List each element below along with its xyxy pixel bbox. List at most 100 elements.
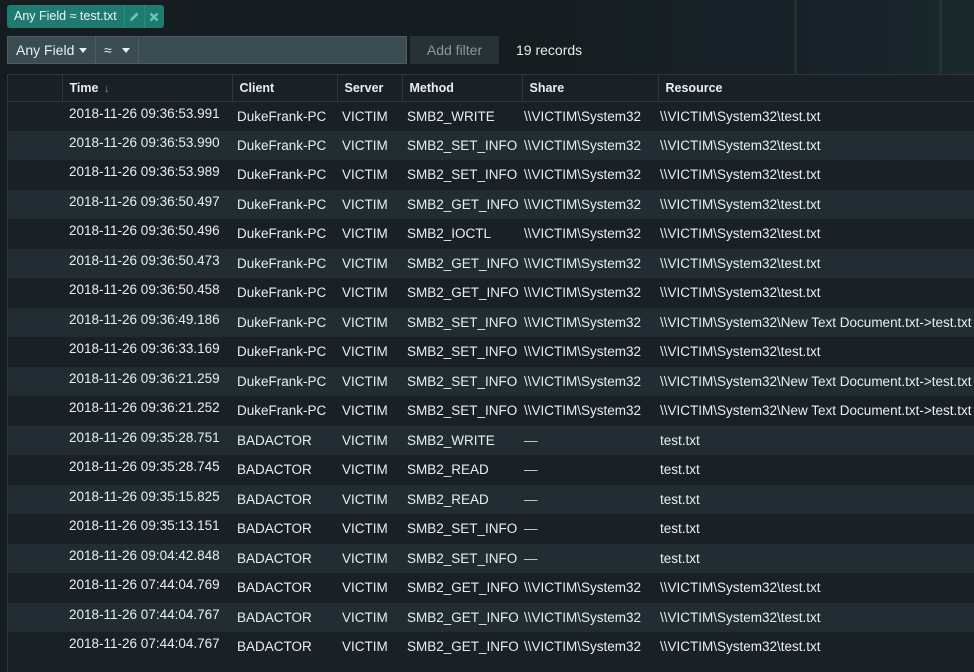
row-select-cell[interactable]	[8, 308, 62, 338]
cell-time: 2018-11-26 09:36:33.169	[69, 341, 220, 357]
row-select-cell[interactable]	[8, 131, 62, 161]
cell-client: DukeFrank-PC	[237, 285, 327, 301]
table-row[interactable]: 2018-11-26 09:35:28.751 BADACTOR VICTIM SMB…	[8, 425, 974, 456]
table-row[interactable]: 2018-11-26 09:36:21.259 DukeFrank-PC VICTI…	[8, 366, 974, 397]
cell-resource: \\VICTIM\System32\test.txt	[660, 344, 821, 360]
row-select-cell[interactable]	[8, 367, 62, 397]
cell-resource: \\VICTIM\System32\test.txt	[660, 137, 821, 153]
add-filter-button[interactable]: Add filter	[410, 36, 499, 64]
table-row[interactable]: 2018-11-26 07:44:04.767 BADACTOR VICTIM SMB…	[8, 602, 974, 633]
cell-resource: \\VICTIM\System32\test.txt	[660, 580, 821, 596]
cell-resource: \\VICTIM\System32\test.txt	[660, 167, 821, 183]
cell-server: VICTIM	[342, 462, 388, 478]
close-icon	[149, 12, 159, 21]
cell-method: SMB2_READ	[407, 491, 489, 507]
column-header-time[interactable]: Time ↓	[61, 75, 232, 102]
cell-method: SMB2_SET_INFO	[407, 344, 518, 360]
column-header-resource[interactable]: Resource	[657, 75, 974, 102]
chevron-down-icon	[79, 47, 87, 53]
column-header-label: Server	[344, 80, 384, 95]
cell-client: BADACTOR	[237, 639, 312, 655]
cell-method: SMB2_SET_INFO	[407, 521, 518, 537]
row-select-cell[interactable]	[8, 249, 62, 279]
cell-client: DukeFrank-PC	[237, 137, 327, 153]
table-row[interactable]: 2018-11-26 09:36:50.473 DukeFrank-PC VICTI…	[8, 248, 974, 279]
row-select-cell[interactable]	[8, 337, 62, 367]
table-row[interactable]: 2018-11-26 09:04:42.848 BADACTOR VICTIM SMB…	[8, 543, 974, 574]
field-select[interactable]: Any Field	[7, 36, 95, 64]
edit-filter-button[interactable]	[123, 5, 144, 28]
table-row[interactable]: 2018-11-26 09:36:50.496 DukeFrank-PC VICTI…	[8, 219, 974, 249]
row-select-cell[interactable]	[8, 190, 62, 220]
table-body: 2018-11-26 09:36:53.991 DukeFrank-PC VICTI…	[8, 101, 974, 662]
table-row[interactable]: 2018-11-26 09:36:50.497 DukeFrank-PC VICTI…	[8, 189, 974, 220]
cell-time: 2018-11-26 09:36:50.496	[69, 223, 220, 239]
cell-time: 2018-11-26 07:44:04.767	[69, 606, 220, 622]
row-select-cell[interactable]	[8, 514, 62, 544]
row-select-cell[interactable]	[8, 396, 62, 426]
row-select-cell[interactable]	[8, 219, 62, 249]
operator-select-value: ≈	[104, 42, 112, 58]
row-select-cell[interactable]	[8, 632, 62, 662]
cell-method: SMB2_GET_INFO	[407, 639, 519, 655]
table-row[interactable]: 2018-11-26 09:36:21.252 DukeFrank-PC VICTI…	[8, 396, 974, 426]
table-row[interactable]: 2018-11-26 09:36:50.458 DukeFrank-PC VICTI…	[8, 278, 974, 308]
row-select-cell[interactable]	[8, 544, 62, 574]
cell-server: VICTIM	[342, 167, 388, 183]
cell-time: 2018-11-26 09:36:21.259	[69, 370, 220, 386]
cell-server: VICTIM	[342, 285, 388, 301]
filter-value-input[interactable]	[138, 36, 407, 64]
arrow-down-icon: ↓	[103, 82, 110, 95]
cell-server: VICTIM	[342, 255, 388, 271]
row-select-cell[interactable]	[8, 278, 62, 308]
cell-share: —	[524, 432, 538, 448]
table-row[interactable]: 2018-11-26 09:35:15.825 BADACTOR VICTIM SMB…	[8, 484, 974, 515]
cell-server: VICTIM	[342, 226, 388, 242]
cell-client: BADACTOR	[237, 462, 312, 478]
table-row[interactable]: 2018-11-26 09:36:33.169 DukeFrank-PC VICTI…	[8, 337, 974, 367]
column-header-share[interactable]: Share	[521, 75, 658, 102]
cell-share: \\VICTIM\System32	[524, 167, 642, 183]
remove-filter-button[interactable]	[143, 5, 164, 28]
table-row[interactable]: 2018-11-26 09:35:28.745 BADACTOR VICTIM SMB…	[8, 455, 974, 485]
cell-method: SMB2_GET_INFO	[407, 580, 519, 596]
table-row[interactable]: 2018-11-26 09:36:53.991 DukeFrank-PC VICTI…	[8, 101, 974, 131]
cell-time: 2018-11-26 09:35:15.825	[69, 488, 220, 504]
cell-time: 2018-11-26 07:44:04.767	[69, 636, 220, 652]
table-row[interactable]: 2018-11-26 07:44:04.769 BADACTOR VICTIM SMB…	[8, 573, 974, 603]
pencil-icon	[129, 12, 139, 21]
table-row[interactable]: 2018-11-26 09:36:49.186 DukeFrank-PC VICTI…	[8, 307, 974, 338]
cell-server: VICTIM	[342, 639, 388, 655]
cell-time: 2018-11-26 09:35:28.745	[69, 459, 220, 475]
row-select-cell[interactable]	[8, 455, 62, 485]
operator-select[interactable]: ≈	[95, 36, 138, 64]
cell-resource: test.txt	[660, 491, 700, 507]
row-select-cell[interactable]	[8, 485, 62, 515]
cell-resource: \\VICTIM\System32\test.txt	[660, 639, 821, 655]
row-select-cell[interactable]	[8, 603, 62, 633]
row-select-cell[interactable]	[8, 426, 62, 456]
cell-resource: \\VICTIM\System32\test.txt	[660, 255, 821, 271]
column-header-server[interactable]: Server	[336, 75, 402, 102]
row-select-cell[interactable]	[8, 573, 62, 603]
row-select-cell[interactable]	[8, 101, 62, 131]
cell-share: \\VICTIM\System32	[524, 373, 642, 389]
cell-resource: \\VICTIM\System32\New Text Document.txt-…	[660, 403, 972, 419]
cell-time: 2018-11-26 09:04:42.848	[69, 547, 220, 563]
column-header-label: Share	[529, 80, 565, 95]
row-select-cell[interactable]	[8, 160, 62, 190]
column-header-client[interactable]: Client	[231, 75, 337, 102]
column-header-method[interactable]: Method	[401, 75, 522, 102]
cell-share: \\VICTIM\System32	[524, 403, 642, 419]
cell-method: SMB2_SET_INFO	[407, 137, 518, 153]
cell-client: BADACTOR	[237, 609, 312, 625]
table-row[interactable]: 2018-11-26 09:35:13.151 BADACTOR VICTIM SMB…	[8, 514, 974, 544]
cell-client: BADACTOR	[237, 521, 312, 537]
cell-share: —	[524, 550, 538, 566]
cell-resource: test.txt	[660, 462, 700, 478]
table-row[interactable]: 2018-11-26 07:44:04.767 BADACTOR VICTIM SMB…	[8, 632, 974, 662]
cell-server: VICTIM	[342, 521, 388, 537]
table-row[interactable]: 2018-11-26 09:36:53.990 DukeFrank-PC VICTI…	[8, 130, 974, 161]
table-row[interactable]: 2018-11-26 09:36:53.989 DukeFrank-PC VICTI…	[8, 160, 974, 190]
cell-method: SMB2_SET_INFO	[407, 314, 518, 330]
